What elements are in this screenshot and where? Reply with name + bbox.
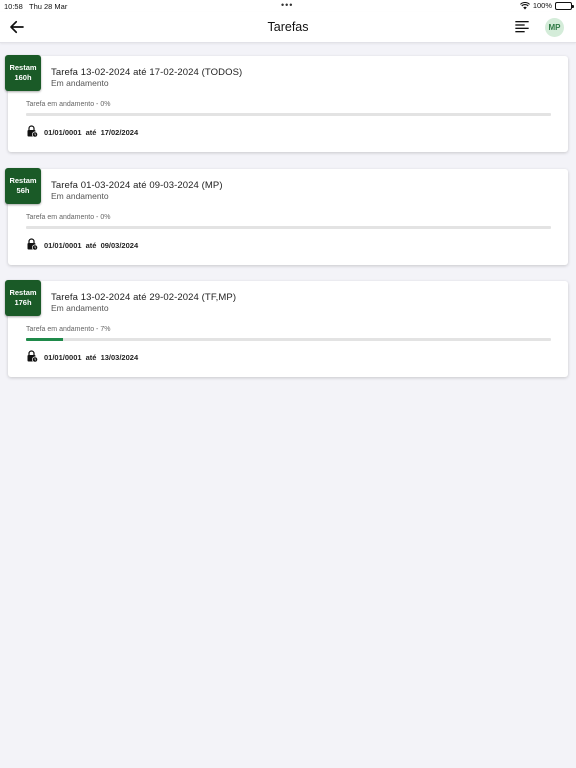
badge-label: Restam — [9, 63, 37, 72]
align-left-icon[interactable] — [514, 19, 530, 35]
start-date: 01/01/0001 — [44, 128, 82, 137]
task-title: Tarefa 13-02-2024 até 17-02-2024 (TODOS) — [51, 67, 243, 78]
date-range: 01/01/0001 até 17/02/2024 — [44, 128, 138, 137]
start-date: 01/01/0001 — [44, 241, 82, 250]
app-bar: Tarefas MP — [0, 12, 576, 43]
status-indicators: 100% — [519, 1, 574, 10]
badge-hours: 176h — [14, 298, 32, 307]
progress-bar — [26, 113, 551, 116]
progress-bar — [26, 226, 551, 229]
battery-percentage: 100% — [532, 1, 552, 10]
badge-label: Restam — [9, 288, 37, 297]
progress-label: Tarefa em andamento - 0% — [26, 214, 111, 221]
end-date: 13/03/2024 — [100, 353, 139, 362]
task-status: Em andamento — [51, 78, 109, 88]
task-status: Em andamento — [51, 191, 109, 201]
date-separator: até — [85, 241, 97, 250]
status-time: 10:58 — [4, 2, 23, 11]
status-date: Thu 28 Mar — [29, 2, 68, 11]
date-separator: até — [85, 128, 97, 137]
date-range: 01/01/0001 até 13/03/2024 — [44, 353, 138, 362]
badge-hours: 56h — [16, 186, 30, 195]
badge-label: Restam — [9, 176, 37, 185]
avatar[interactable]: MP — [545, 18, 564, 37]
page-title: Tarefas — [267, 20, 309, 34]
date-separator: até — [85, 353, 97, 362]
progress-label: Tarefa em andamento - 7% — [26, 326, 111, 333]
task-card[interactable]: Restam 56h Tarefa 01-03-2024 até 09-03-2… — [5, 168, 568, 265]
lock-clock-icon — [27, 125, 38, 138]
status-bar: 10:58 Thu 28 Mar ••• 100% — [0, 0, 576, 12]
end-date: 09/03/2024 — [100, 241, 139, 250]
remaining-hours-badge: Restam 176h — [5, 280, 41, 316]
battery-icon — [555, 1, 574, 10]
multitasking-dots-icon[interactable]: ••• — [281, 0, 293, 10]
end-date: 17/02/2024 — [100, 128, 139, 137]
progress-label: Tarefa em andamento - 0% — [26, 101, 111, 108]
task-card[interactable]: Restam 160h Tarefa 13-02-2024 até 17-02-… — [5, 55, 568, 152]
remaining-hours-badge: Restam 160h — [5, 55, 41, 91]
wifi-icon — [519, 1, 530, 9]
task-title: Tarefa 01-03-2024 até 09-03-2024 (MP) — [51, 180, 223, 191]
lock-clock-icon — [27, 350, 38, 363]
progress-bar — [26, 338, 551, 341]
date-range: 01/01/0001 até 09/03/2024 — [44, 241, 138, 250]
lock-clock-icon — [27, 238, 38, 251]
progress-fill — [26, 338, 63, 341]
task-card[interactable]: Restam 176h Tarefa 13-02-2024 até 29-02-… — [5, 280, 568, 377]
task-status: Em andamento — [51, 303, 109, 313]
badge-hours: 160h — [14, 73, 32, 82]
start-date: 01/01/0001 — [44, 353, 82, 362]
task-title: Tarefa 13-02-2024 até 29-02-2024 (TF,MP) — [51, 292, 237, 303]
remaining-hours-badge: Restam 56h — [5, 168, 41, 204]
